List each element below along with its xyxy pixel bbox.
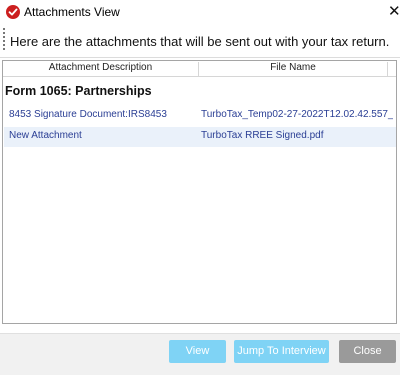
- close-icon[interactable]: ✕: [388, 2, 400, 20]
- column-header-row: Attachment Description File Name: [3, 61, 396, 77]
- row-file-name: TurboTax_Temp02-27-2022T12.02.42.557_845: [201, 109, 393, 120]
- row-description: 8453 Signature Document:IRS8453: [9, 109, 167, 120]
- instruction-text: Here are the attachments that will be se…: [10, 34, 390, 49]
- turbotax-check-icon: [6, 5, 20, 19]
- table-row[interactable]: New Attachment TurboTax RREE Signed.pdf: [4, 127, 396, 147]
- instruction-band: Here are the attachments that will be se…: [0, 24, 400, 58]
- column-header-file-name[interactable]: File Name: [199, 62, 388, 76]
- close-button[interactable]: Close: [339, 340, 396, 363]
- window-title: Attachments View: [24, 5, 120, 19]
- row-description: New Attachment: [9, 130, 82, 141]
- title-bar: Attachments View ✕: [0, 0, 400, 24]
- view-button[interactable]: View: [169, 340, 226, 363]
- grip-handle: [3, 28, 7, 50]
- column-header-description[interactable]: Attachment Description: [3, 62, 199, 76]
- row-file-name: TurboTax RREE Signed.pdf: [201, 130, 324, 141]
- button-bar: View Jump To Interview Close: [0, 333, 400, 375]
- table-row[interactable]: 8453 Signature Document:IRS8453 TurboTax…: [4, 106, 396, 126]
- jump-to-interview-button[interactable]: Jump To Interview: [234, 340, 329, 363]
- attachments-list: Attachment Description File Name Form 10…: [2, 60, 397, 324]
- group-title: Form 1065: Partnerships: [5, 84, 152, 98]
